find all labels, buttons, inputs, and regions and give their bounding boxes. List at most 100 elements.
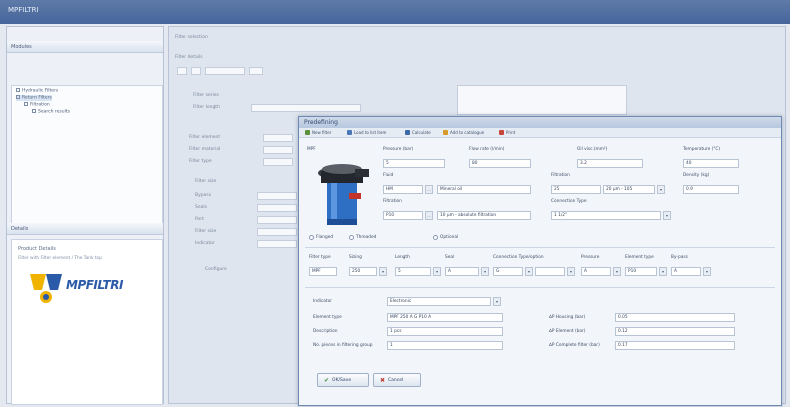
print-button[interactable]: Print <box>499 130 515 135</box>
print-icon <box>499 130 504 135</box>
sizing-field[interactable]: 250 <box>349 267 377 276</box>
bg-field[interactable] <box>251 104 361 112</box>
bg-configure-button[interactable]: Configure <box>205 267 227 272</box>
sub-label: Filter type <box>309 255 331 260</box>
seal-dropdown[interactable]: ▾ <box>481 267 489 276</box>
filtration-value-field[interactable]: 20 µm - 105 <box>603 185 655 194</box>
product-desc: Filter with Filter element / The Tank to… <box>18 256 102 261</box>
bg-field[interactable] <box>263 158 293 166</box>
bg-label: Port <box>195 217 204 222</box>
element-type-dropdown[interactable]: ▾ <box>659 267 667 276</box>
bg-field[interactable] <box>257 228 297 236</box>
predefining-dialog: Predefining New filter Load to list item… <box>298 116 782 406</box>
indicator-dropdown[interactable]: ▾ <box>493 297 501 306</box>
dp-housing-label: ∆P Housing (bar) <box>549 315 586 320</box>
radio-threaded[interactable]: Threaded <box>349 235 376 240</box>
bg-field[interactable] <box>257 204 297 212</box>
description-field[interactable]: 1 pcs <box>387 327 503 336</box>
bg-label: Filter material <box>189 147 221 152</box>
ok-save-button[interactable]: ✔ OK/Save <box>317 373 369 387</box>
radio-icon <box>309 235 314 240</box>
fluid-code-field[interactable]: HM <box>383 185 423 194</box>
connection-type-field[interactable]: 1 1/2" <box>551 211 661 220</box>
radio-optional[interactable]: Optional <box>433 235 458 240</box>
section-label: MPF <box>307 147 316 152</box>
element-type-label: Element type <box>313 315 342 320</box>
element-code-field[interactable]: P10 <box>383 211 423 220</box>
bypass-field[interactable]: A <box>671 267 701 276</box>
filter-type-field[interactable]: MPF <box>309 267 337 276</box>
density-field[interactable]: 0.9 <box>683 185 739 194</box>
radio-flanged[interactable]: Flanged <box>309 235 333 240</box>
pieces-label: No. pieces in filtering group <box>313 343 373 348</box>
expand-icon[interactable] <box>16 95 20 99</box>
dp-housing-field[interactable]: 0.05 <box>615 313 735 322</box>
bg-label: Seals <box>195 205 207 210</box>
separator <box>305 287 775 288</box>
bg-field[interactable] <box>257 216 297 224</box>
document-icon <box>32 109 36 113</box>
bg-field[interactable] <box>205 67 245 75</box>
logo-text: MPFILTRI <box>66 278 123 292</box>
filtration-label: Filtration <box>551 173 570 178</box>
bg-field[interactable] <box>249 67 263 75</box>
description-label: Description <box>313 329 338 334</box>
element-type-field[interactable]: P10 <box>625 267 657 276</box>
length-dropdown[interactable]: ▾ <box>433 267 441 276</box>
tree-item[interactable]: Return Filters <box>16 95 52 101</box>
bg-field[interactable] <box>177 67 187 75</box>
load-to-list-button[interactable]: Load to list item <box>347 130 386 135</box>
dp-complete-label: ∆P Complete filter (bar) <box>549 343 600 348</box>
connection-option-extra-dropdown[interactable]: ▾ <box>567 267 575 276</box>
connection-type-dropdown[interactable]: ▾ <box>663 211 671 220</box>
tree-item[interactable]: Hydraulic Filters <box>16 88 58 94</box>
indicator-field[interactable]: Electronic <box>387 297 491 306</box>
pressure-code-dropdown[interactable]: ▾ <box>613 267 621 276</box>
connection-option-extra-field[interactable] <box>535 267 565 276</box>
calculate-button[interactable]: Calculate <box>405 130 431 135</box>
bg-label: Bypass <box>195 193 212 198</box>
flow-rate-field[interactable]: 80 <box>469 159 531 168</box>
bg-field[interactable] <box>263 146 293 154</box>
bypass-dropdown[interactable]: ▾ <box>703 267 711 276</box>
new-filter-button[interactable]: New filter <box>305 130 331 135</box>
seal-field[interactable]: A <box>445 267 479 276</box>
temperature-field[interactable]: 40 <box>683 159 739 168</box>
cancel-button[interactable]: ✖ Cancel <box>373 373 421 387</box>
tree-item[interactable]: Search results <box>32 109 70 115</box>
connection-option-field[interactable]: G <box>493 267 523 276</box>
filtration-code-field[interactable]: 25 <box>551 185 601 194</box>
pressure-code-field[interactable]: A <box>581 267 611 276</box>
sizing-dropdown[interactable]: ▾ <box>379 267 387 276</box>
bg-label: Filter size <box>195 229 217 234</box>
bg-field[interactable] <box>263 134 293 142</box>
dp-element-label: ∆P Element (bar) <box>549 329 586 334</box>
length-field[interactable]: 5 <box>395 267 431 276</box>
pressure-field[interactable]: 5 <box>383 159 445 168</box>
dp-element-field[interactable]: 0.12 <box>615 327 735 336</box>
tree-item[interactable]: Filtration <box>24 102 50 108</box>
pieces-field[interactable]: 1 <box>387 341 503 350</box>
bg-field[interactable] <box>191 67 201 75</box>
filtration-dropdown[interactable]: ▾ <box>657 185 665 194</box>
connection-option-dropdown[interactable]: ▾ <box>525 267 533 276</box>
bg-label: Filter element <box>189 135 221 140</box>
connection-type-label: Connection Type <box>551 199 587 204</box>
element-filtration-label: Filtration <box>383 199 402 204</box>
element-type-code-field[interactable]: MPF 250 A G P10 A <box>387 313 503 322</box>
bg-label: Filter length <box>193 105 220 110</box>
form-header: Filter selection <box>175 35 208 40</box>
add-to-catalogue-button[interactable]: Add to catalogue <box>443 130 484 135</box>
fluid-value-field[interactable]: Mineral oil <box>437 185 531 194</box>
dp-complete-field[interactable]: 0.17 <box>615 341 735 350</box>
bg-image-area <box>457 85 627 115</box>
bg-field[interactable] <box>257 240 297 248</box>
element-value-field[interactable]: 10 µm - absolute filtration <box>437 211 531 220</box>
expand-icon[interactable] <box>16 88 20 92</box>
bg-field[interactable] <box>257 192 297 200</box>
fluid-lookup-button[interactable]: … <box>425 185 433 194</box>
element-lookup-button[interactable]: … <box>425 211 433 220</box>
oil-viscosity-field[interactable]: 3.2 <box>577 159 643 168</box>
sub-label: Sizing <box>349 255 362 260</box>
left-panel: Modules Hydraulic Filters Return Filters… <box>6 26 164 405</box>
